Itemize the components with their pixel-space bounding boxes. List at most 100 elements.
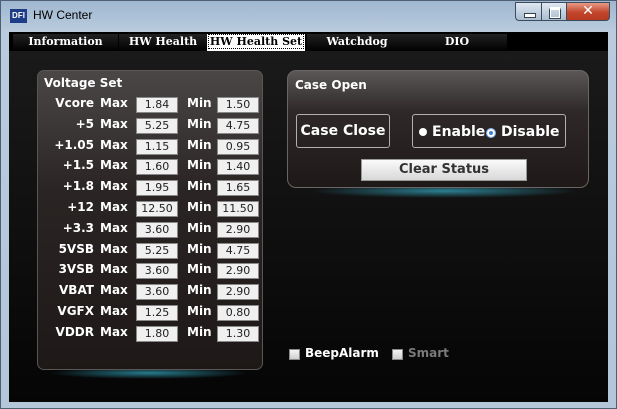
clear-status-button[interactable]: Clear Status — [361, 159, 527, 181]
min-label: Min — [187, 220, 212, 235]
minimize-icon — [524, 13, 536, 18]
max-label: Max — [100, 220, 128, 235]
client-area: Information HW Health HW Health Set Watc… — [9, 32, 608, 402]
voltage-row: 5VSB Max 5.25 Min 4.75 — [38, 241, 264, 261]
tab-dio[interactable]: DIO — [407, 34, 507, 51]
max-value-field[interactable]: 3.60 — [136, 221, 178, 238]
beep-alarm-label[interactable]: BeepAlarm — [305, 346, 379, 360]
max-label: Max — [100, 179, 128, 194]
voltage-row: +5 Max 5.25 Min 4.75 — [38, 116, 264, 136]
voltage-name: +1.05 — [54, 137, 94, 152]
enable-radio-label[interactable]: Enable — [432, 124, 485, 140]
voltage-name: Vcore — [55, 96, 94, 110]
voltage-name: VDDR — [55, 324, 94, 339]
disable-radio-label[interactable]: Disable — [501, 124, 560, 140]
min-label: Min — [187, 116, 212, 131]
window-title: HW Center — [33, 8, 93, 22]
app-logo-icon: DFI — [10, 9, 27, 23]
maximize-button[interactable] — [541, 2, 567, 21]
beep-alarm-checkbox[interactable] — [289, 349, 300, 360]
smart-checkbox[interactable] — [392, 349, 403, 360]
voltage-row: +3.3 Max 3.60 Min 2.90 — [38, 220, 264, 240]
min-value-field[interactable]: 2.90 — [217, 284, 259, 301]
max-value-field[interactable]: 1.80 — [136, 325, 178, 342]
voltage-row: Vcore Max 1.84 Min 1.50 — [38, 95, 264, 115]
max-label: Max — [100, 116, 128, 131]
min-label: Min — [187, 179, 212, 194]
case-open-title: Case Open — [295, 78, 367, 92]
tab-hw-health-set-label: HW Health Set — [207, 34, 305, 49]
voltage-name: 5VSB — [58, 241, 94, 256]
max-label: Max — [100, 324, 128, 339]
max-value-field[interactable]: 1.60 — [136, 159, 178, 176]
min-value-field[interactable]: 0.95 — [217, 138, 259, 155]
voltage-set-title: Voltage Set — [44, 76, 123, 90]
smart-label: Smart — [408, 346, 449, 360]
min-value-field[interactable]: 0.80 — [217, 305, 259, 321]
min-value-field[interactable]: 1.30 — [217, 325, 259, 342]
max-value-field[interactable]: 5.25 — [136, 117, 178, 134]
max-label: Max — [100, 283, 128, 298]
tab-hw-health-set[interactable]: HW Health Set — [207, 34, 305, 51]
max-value-field[interactable]: 1.15 — [136, 138, 178, 155]
voltage-set-panel: Voltage Set Vcore Max 1.84 Min 1.50 +5 Max 5.25… — [37, 70, 263, 370]
max-label: Max — [100, 241, 128, 256]
max-label: Max — [100, 262, 128, 277]
voltage-name: +1.5 — [62, 158, 94, 173]
voltage-row: +1.5 Max 1.60 Min 1.40 — [38, 157, 264, 177]
case-open-radio-group: Enable Disable — [412, 114, 566, 148]
close-button[interactable]: ✕ — [566, 2, 610, 21]
max-label: Max — [100, 304, 128, 318]
voltage-row: +1.05 Max 1.15 Min 0.95 — [38, 137, 264, 157]
voltage-name: +5 — [75, 116, 94, 131]
min-label: Min — [187, 200, 212, 214]
minimize-button[interactable] — [515, 2, 542, 21]
min-value-field[interactable]: 1.40 — [217, 159, 259, 176]
case-open-panel: Case Open Case Close Enable Disable Clea… — [287, 70, 589, 188]
min-value-field[interactable]: 11.50 — [217, 201, 259, 217]
max-label: Max — [100, 200, 128, 214]
max-label: Max — [100, 96, 128, 110]
min-value-field[interactable]: 1.65 — [217, 180, 259, 197]
tab-information[interactable]: Information — [13, 34, 118, 51]
hw-center-window: DFI HW Center ✕ Information HW Health HW… — [0, 0, 617, 409]
max-value-field[interactable]: 3.60 — [136, 263, 178, 280]
title-bar[interactable]: DFI HW Center ✕ — [1, 1, 616, 31]
max-label: Max — [100, 158, 128, 173]
close-icon: ✕ — [582, 3, 594, 19]
disable-radio[interactable] — [486, 128, 496, 138]
min-label: Min — [187, 158, 212, 173]
voltage-name: +3.3 — [62, 220, 94, 235]
maximize-icon — [549, 7, 561, 19]
max-value-field[interactable]: 5.25 — [136, 242, 178, 259]
voltage-name: +1.8 — [62, 179, 94, 194]
max-value-field[interactable]: 1.84 — [136, 97, 178, 113]
min-label: Min — [187, 324, 212, 339]
max-value-field[interactable]: 1.95 — [136, 180, 178, 197]
min-value-field[interactable]: 2.90 — [217, 221, 259, 238]
voltage-row: +12 Max 12.50 Min 11.50 — [38, 199, 264, 219]
tab-watchdog[interactable]: Watchdog — [307, 34, 407, 51]
max-value-field[interactable]: 12.50 — [136, 201, 178, 217]
case-close-button[interactable]: Case Close — [296, 114, 390, 148]
voltage-row: 3VSB Max 3.60 Min 2.90 — [38, 261, 264, 281]
tab-bar: Information HW Health HW Health Set Watc… — [9, 32, 608, 51]
min-value-field[interactable]: 4.75 — [217, 117, 259, 134]
min-label: Min — [187, 96, 212, 110]
min-label: Min — [187, 137, 212, 152]
min-value-field[interactable]: 4.75 — [217, 242, 259, 259]
min-label: Min — [187, 241, 212, 256]
min-label: Min — [187, 262, 212, 277]
voltage-name: +12 — [67, 200, 94, 214]
min-label: Min — [187, 304, 212, 318]
enable-radio[interactable] — [419, 128, 427, 136]
voltage-row: VGFX Max 1.25 Min 0.80 — [38, 303, 264, 323]
voltage-name: VBAT — [59, 283, 94, 298]
max-value-field[interactable]: 1.25 — [136, 305, 178, 321]
tab-hw-health[interactable]: HW Health — [119, 34, 207, 51]
min-value-field[interactable]: 1.50 — [217, 97, 259, 113]
min-value-field[interactable]: 2.90 — [217, 263, 259, 280]
max-label: Max — [100, 137, 128, 152]
voltage-name: VGFX — [57, 304, 94, 318]
max-value-field[interactable]: 3.60 — [136, 284, 178, 301]
